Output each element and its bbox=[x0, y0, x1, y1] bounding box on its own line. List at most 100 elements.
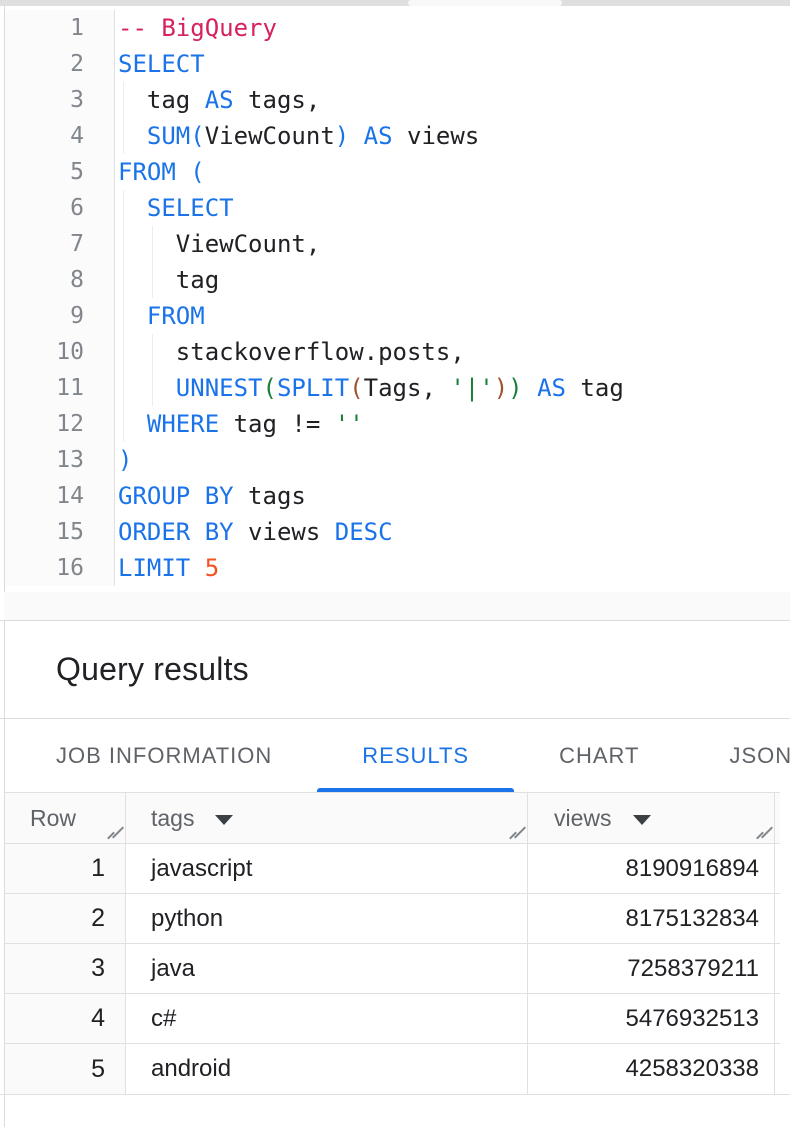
code-content[interactable]: FROM bbox=[115, 298, 790, 334]
code-line[interactable]: 9 FROM bbox=[5, 298, 790, 334]
cell-views: 8175132834 bbox=[528, 894, 775, 943]
code-token bbox=[523, 374, 537, 402]
indent-guide bbox=[123, 298, 124, 334]
code-content[interactable]: ) bbox=[115, 442, 790, 478]
table-header-row: Rowtags views bbox=[5, 792, 780, 844]
code-line[interactable]: 3 tag AS tags, bbox=[5, 82, 790, 118]
code-token: WHERE bbox=[147, 410, 219, 438]
indent-guide bbox=[123, 406, 124, 442]
code-token: GROUP BY bbox=[118, 482, 234, 510]
results-tabbar: JOB INFORMATIONRESULTSCHARTJSON bbox=[4, 719, 790, 792]
code-token: SUM bbox=[147, 122, 190, 150]
code-token: ) bbox=[118, 446, 132, 474]
code-line[interactable]: 8 tag bbox=[5, 262, 790, 298]
code-content[interactable]: ViewCount, bbox=[115, 226, 790, 262]
line-number: 5 bbox=[5, 154, 115, 190]
indent-guide bbox=[123, 262, 124, 298]
code-line[interactable]: 14GROUP BY tags bbox=[5, 478, 790, 514]
code-token: AS bbox=[537, 374, 566, 402]
query-results-header: Query results bbox=[4, 621, 790, 718]
code-line[interactable]: 16LIMIT 5 bbox=[5, 550, 790, 586]
code-token: LIMIT bbox=[118, 554, 190, 582]
column-resize-handle-icon[interactable] bbox=[104, 825, 122, 841]
cell-tags: c# bbox=[126, 994, 528, 1043]
line-number: 11 bbox=[5, 370, 115, 406]
indent-guide bbox=[152, 262, 153, 298]
tab-json[interactable]: JSON bbox=[685, 719, 790, 792]
cell-row: 5 bbox=[5, 1044, 126, 1094]
code-token: tags, bbox=[234, 86, 321, 114]
column-label: tags bbox=[151, 805, 194, 832]
cell-row: 1 bbox=[5, 844, 126, 893]
indent-guide bbox=[152, 334, 153, 370]
cell-tags: python bbox=[126, 894, 528, 943]
line-number: 12 bbox=[5, 406, 115, 442]
code-token: SELECT bbox=[147, 194, 234, 222]
table-footer bbox=[4, 1095, 790, 1127]
indent-guide bbox=[123, 370, 124, 406]
code-line[interactable]: 7 ViewCount, bbox=[5, 226, 790, 262]
code-content[interactable]: ORDER BY views DESC bbox=[115, 514, 790, 550]
column-resize-handle-icon[interactable] bbox=[506, 825, 524, 841]
code-content[interactable]: FROM ( bbox=[115, 154, 790, 190]
code-line[interactable]: 12 WHERE tag != '' bbox=[5, 406, 790, 442]
code-line[interactable]: 11 UNNEST(SPLIT(Tags, '|')) AS tag bbox=[5, 370, 790, 406]
table-body: 1javascript81909168942python81751328343j… bbox=[5, 844, 790, 1094]
editor-scroll-area[interactable] bbox=[4, 592, 790, 620]
code-content[interactable]: tag AS tags, bbox=[115, 82, 790, 118]
code-token: views bbox=[393, 122, 480, 150]
code-content[interactable]: GROUP BY tags bbox=[115, 478, 790, 514]
table-row: 5android4258320338 bbox=[5, 1044, 780, 1094]
cell-views: 8190916894 bbox=[528, 844, 775, 893]
code-content[interactable]: tag bbox=[115, 262, 790, 298]
code-line[interactable]: 13) bbox=[5, 442, 790, 478]
code-content[interactable]: SELECT bbox=[115, 46, 790, 82]
code-content[interactable]: SUM(ViewCount) AS views bbox=[115, 118, 790, 154]
code-line[interactable]: 5FROM ( bbox=[5, 154, 790, 190]
cell-views: 7258379211 bbox=[528, 944, 775, 993]
cell-row: 2 bbox=[5, 894, 126, 943]
code-line[interactable]: 15ORDER BY views DESC bbox=[5, 514, 790, 550]
tab-results[interactable]: RESULTS bbox=[317, 719, 514, 792]
line-number: 8 bbox=[5, 262, 115, 298]
code-token: views bbox=[234, 518, 335, 546]
tab-job-information[interactable]: JOB INFORMATION bbox=[11, 719, 317, 792]
indent-guide bbox=[123, 190, 124, 226]
line-number: 10 bbox=[5, 334, 115, 370]
column-dropdown-icon[interactable] bbox=[215, 815, 233, 825]
code-token: AS bbox=[364, 122, 393, 150]
column-resize-handle-icon[interactable] bbox=[753, 825, 771, 841]
cell-row: 3 bbox=[5, 944, 126, 993]
line-number: 1 bbox=[5, 10, 115, 46]
column-header-tags[interactable]: tags bbox=[126, 793, 528, 843]
code-line[interactable]: 10 stackoverflow.posts, bbox=[5, 334, 790, 370]
line-number: 13 bbox=[5, 442, 115, 478]
code-content[interactable]: -- BigQuery bbox=[115, 10, 790, 46]
column-header-views[interactable]: views bbox=[528, 793, 775, 843]
sql-editor[interactable]: 1-- BigQuery2SELECT3 tag AS tags,4 SUM(V… bbox=[4, 6, 790, 620]
cell-tags: android bbox=[126, 1044, 528, 1094]
cell-tags: javascript bbox=[126, 844, 528, 893]
code-content[interactable]: SELECT bbox=[115, 190, 790, 226]
cell-views: 5476932513 bbox=[528, 994, 775, 1043]
code-line[interactable]: 2SELECT bbox=[5, 46, 790, 82]
code-line[interactable]: 4 SUM(ViewCount) AS views bbox=[5, 118, 790, 154]
code-token: ViewCount bbox=[205, 122, 335, 150]
cell-views: 4258320338 bbox=[528, 1044, 775, 1094]
code-line[interactable]: 1-- BigQuery bbox=[5, 10, 790, 46]
indent-guide bbox=[123, 82, 124, 118]
column-dropdown-icon[interactable] bbox=[633, 815, 651, 825]
code-token: ) bbox=[508, 374, 522, 402]
code-content[interactable]: UNNEST(SPLIT(Tags, '|')) AS tag bbox=[115, 370, 790, 406]
column-header-row[interactable]: Row bbox=[5, 793, 126, 843]
code-line[interactable]: 6 SELECT bbox=[5, 190, 790, 226]
code-content[interactable]: WHERE tag != '' bbox=[115, 406, 790, 442]
code-content[interactable]: stackoverflow.posts, bbox=[115, 334, 790, 370]
line-number: 14 bbox=[5, 478, 115, 514]
code-content[interactable]: LIMIT 5 bbox=[115, 550, 790, 586]
code-token: ( bbox=[263, 374, 277, 402]
line-number: 15 bbox=[5, 514, 115, 550]
indent-guide bbox=[123, 334, 124, 370]
code-token: FROM bbox=[147, 302, 205, 330]
tab-chart[interactable]: CHART bbox=[514, 719, 684, 792]
